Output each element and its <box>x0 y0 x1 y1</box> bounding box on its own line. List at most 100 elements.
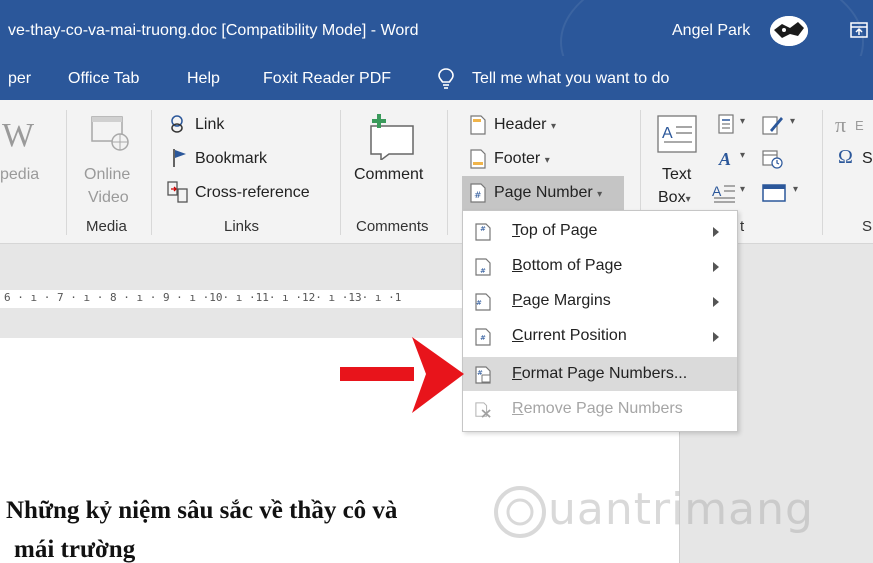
comment-icon[interactable] <box>367 110 419 160</box>
submenu-arrow-icon <box>713 297 719 307</box>
header-button[interactable]: Header ▾ <box>494 116 556 134</box>
word-window: ve-thay-co-va-mai-truong.doc [Compatibil… <box>0 0 873 563</box>
online-video-label-2[interactable]: Video <box>88 189 129 207</box>
document-heading-line-2[interactable]: mái trường <box>14 536 135 563</box>
chevron-down-icon: ▾ <box>685 194 691 205</box>
symbol-label[interactable]: S <box>862 150 873 168</box>
top-of-page-accel: T <box>512 222 520 239</box>
bookmark-button[interactable]: Bookmark <box>195 150 267 168</box>
chevron-down-icon[interactable]: ▾ <box>740 184 745 195</box>
svg-text:#: # <box>480 267 486 275</box>
equation-icon[interactable]: π <box>835 112 846 138</box>
ruler-ticks: 6 · ı · 7 · ı · 8 · ı · 9 · ı ·10· ı ·11… <box>4 291 402 304</box>
wikipedia-icon[interactable]: W <box>0 116 34 152</box>
user-name[interactable]: Angel Park <box>672 22 750 40</box>
watermark-logo-icon <box>494 486 546 538</box>
link-icon[interactable] <box>166 114 188 136</box>
comment-button[interactable]: Comment <box>354 166 423 184</box>
horizontal-ruler[interactable]: 6 · ı · 7 · ı · 8 · ı · 9 · ı ·10· ı ·11… <box>0 276 873 324</box>
wikipedia-label[interactable]: pedia <box>0 166 39 184</box>
svg-text:#: # <box>476 299 482 307</box>
lightbulb-icon[interactable] <box>437 67 455 89</box>
text-box-label-2[interactable]: Box▾ <box>658 189 691 207</box>
avatar[interactable] <box>770 16 808 46</box>
chevron-down-icon[interactable]: ▾ <box>790 116 795 127</box>
document-heading-line-1[interactable]: Những kỷ niệm sâu sắc về thầy cô và <box>6 497 397 525</box>
drop-cap-icon[interactable]: A <box>712 182 736 204</box>
menu-item-format-page-numbers[interactable]: # Format Page Numbers... <box>463 357 737 391</box>
menu-item-page-margins[interactable]: # Page Margins <box>463 284 737 318</box>
bottom-of-page-icon: # <box>475 258 491 276</box>
remove-page-numbers-text: emove Page Numbers <box>523 400 683 417</box>
group-label-symbols: S <box>862 218 873 235</box>
text-box-icon[interactable]: A <box>656 114 698 154</box>
chevron-down-icon: ▾ <box>597 189 603 200</box>
menu-item-top-of-page[interactable]: # Top of Page <box>463 214 737 248</box>
group-label-links: Links <box>224 218 260 235</box>
equation-label[interactable]: E <box>855 118 864 133</box>
header-icon[interactable] <box>470 115 486 135</box>
svg-text:#: # <box>480 225 486 233</box>
current-position-accel: C <box>512 327 524 344</box>
signature-line-icon[interactable] <box>762 114 784 136</box>
ribbon-gap <box>0 244 873 276</box>
cross-reference-button[interactable]: Cross-reference <box>195 184 310 202</box>
group-separator <box>340 110 341 235</box>
format-page-numbers-text: ormat Page Numbers... <box>521 365 688 382</box>
date-time-icon[interactable] <box>762 148 784 170</box>
object-icon[interactable] <box>762 182 786 204</box>
cross-reference-icon[interactable] <box>167 181 189 203</box>
current-position-text: urrent Position <box>523 327 627 344</box>
ribbon-tabs: per Office Tab Help Foxit Reader PDF Tel… <box>0 56 873 100</box>
page-margins-accel: P <box>512 292 523 309</box>
group-label-comments: Comments <box>356 218 429 235</box>
bottom-of-page-accel: B <box>512 257 523 274</box>
header-label: Header <box>494 116 547 133</box>
menu-item-bottom-of-page[interactable]: # Bottom of Page <box>463 249 737 283</box>
watermark: uantrimang <box>490 480 813 550</box>
chevron-down-icon: ▾ <box>544 155 550 166</box>
tell-me-search[interactable]: Tell me what you want to do <box>472 70 669 88</box>
page-number-menu: # Top of Page # Bottom of Page # Page Ma… <box>462 210 738 432</box>
footer-button[interactable]: Footer ▾ <box>494 150 550 168</box>
chevron-down-icon[interactable]: ▾ <box>740 150 745 161</box>
svg-text:A: A <box>712 183 722 199</box>
current-position-label: Current Position <box>512 327 627 345</box>
group-separator <box>447 110 448 235</box>
svg-text:A: A <box>662 125 673 142</box>
online-video-icon[interactable] <box>90 114 132 154</box>
online-video-label-1[interactable]: Online <box>84 166 130 184</box>
text-box-label-1[interactable]: Text <box>662 166 691 184</box>
red-arrow-icon <box>340 337 464 413</box>
remove-page-numbers-accel: R <box>512 400 524 417</box>
symbol-icon[interactable]: Ω <box>838 146 853 169</box>
page-number-label: Page Number <box>494 184 593 201</box>
bookmark-icon[interactable] <box>172 148 188 168</box>
footer-icon[interactable] <box>470 149 486 169</box>
title-bar: ve-thay-co-va-mai-truong.doc [Compatibil… <box>0 0 873 56</box>
link-button[interactable]: Link <box>195 116 224 134</box>
chevron-down-icon[interactable]: ▾ <box>793 184 798 195</box>
submenu-arrow-icon <box>713 262 719 272</box>
format-page-numbers-label: Format Page Numbers... <box>512 365 687 383</box>
svg-text:A: A <box>718 149 731 168</box>
tab-developer[interactable]: per <box>8 70 31 88</box>
group-label-media: Media <box>86 218 127 235</box>
tab-help[interactable]: Help <box>187 70 220 88</box>
tab-foxit-reader-pdf[interactable]: Foxit Reader PDF <box>263 70 391 88</box>
svg-text:#: # <box>480 334 486 342</box>
chevron-down-icon[interactable]: ▾ <box>740 116 745 127</box>
top-of-page-text: op of Page <box>520 222 598 239</box>
submenu-arrow-icon <box>713 332 719 342</box>
wordart-icon[interactable]: A <box>718 148 736 168</box>
menu-item-current-position[interactable]: # Current Position <box>463 319 737 353</box>
group-separator <box>822 110 823 235</box>
ribbon-display-icon[interactable] <box>850 22 868 38</box>
tab-office-tab[interactable]: Office Tab <box>68 70 139 88</box>
watermark-text: uantrimang <box>548 484 814 535</box>
text-box-label-2-text: Box <box>658 189 686 206</box>
top-of-page-label: Top of Page <box>512 222 597 240</box>
quick-parts-icon[interactable] <box>718 114 734 134</box>
insert-ribbon: W pedia Online Video Media Link Bookmark <box>0 100 873 244</box>
format-page-numbers-accel: F <box>512 365 522 382</box>
